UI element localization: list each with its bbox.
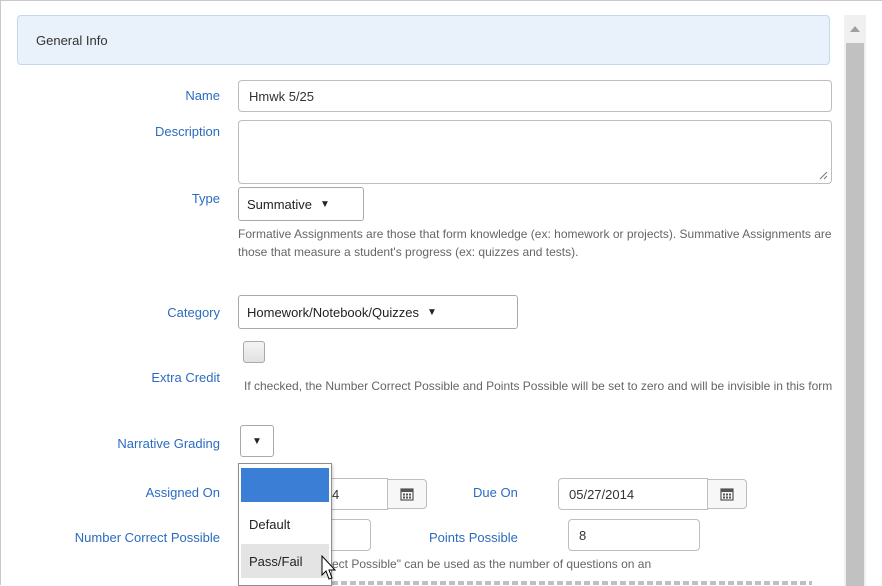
type-select[interactable]: Summative ▼ [238, 187, 364, 221]
name-label: Name [185, 88, 220, 103]
mouse-pointer-icon [321, 555, 337, 580]
chevron-down-icon: ▼ [252, 435, 262, 447]
description-label: Description [154, 124, 220, 139]
form-viewport: General Info Name Hmwk 5/25 Description … [0, 0, 882, 586]
category-selected-value: Homework/Notebook/Quizzes [247, 304, 419, 320]
dropdown-option-pass-fail[interactable]: Pass/Fail [241, 544, 329, 578]
extra-credit-label: Extra Credit [151, 370, 220, 385]
assigned-on-value: 4 [332, 486, 340, 502]
type-help-text: Formative Assignments are those that for… [238, 227, 832, 259]
description-textarea[interactable] [238, 120, 832, 184]
points-possible-value: 8 [579, 527, 587, 543]
scroll-up-arrow-icon[interactable] [844, 15, 866, 43]
dropdown-option-blank[interactable] [241, 468, 329, 502]
type-label: Type [191, 191, 220, 206]
number-correct-possible-label: Number Correct Possible [74, 530, 220, 545]
narrative-grading-label: Narrative Grading [117, 436, 220, 451]
type-selected-value: Summative [247, 196, 313, 212]
calendar-icon [400, 488, 414, 501]
chevron-down-icon: ▼ [426, 306, 437, 318]
vertical-scrollbar[interactable] [844, 15, 866, 586]
narrative-grading-select[interactable]: ▼ [240, 425, 274, 457]
scrollbar-thumb[interactable] [846, 43, 864, 586]
extra-credit-help-text: If checked, the Number Correct Possible … [244, 379, 833, 393]
assigned-on-calendar-button[interactable] [387, 479, 427, 509]
category-select[interactable]: Homework/Notebook/Quizzes ▼ [238, 295, 518, 329]
due-on-value: 05/27/2014 [569, 486, 635, 502]
category-label: Category [167, 305, 220, 320]
due-on-input[interactable]: 05/27/2014 [558, 478, 708, 510]
panel-title: General Info [36, 32, 108, 48]
due-on-label: Due On [473, 485, 518, 500]
resize-grip-icon[interactable] [819, 171, 828, 180]
dropdown-option-default[interactable]: Default [241, 507, 329, 541]
general-info-header: General Info [17, 15, 830, 65]
chevron-down-icon: ▼ [320, 198, 330, 210]
points-possible-label: Points Possible [429, 530, 518, 545]
calendar-icon [720, 488, 734, 501]
name-input[interactable]: Hmwk 5/25 [238, 80, 832, 112]
due-on-calendar-button[interactable] [707, 479, 747, 509]
points-possible-input[interactable]: 8 [568, 519, 700, 551]
name-input-value: Hmwk 5/25 [249, 88, 315, 104]
assigned-on-label: Assigned On [145, 485, 220, 500]
extra-credit-checkbox[interactable] [243, 341, 265, 363]
possible-help-text: ect Possible" can be used as the number … [332, 557, 652, 571]
